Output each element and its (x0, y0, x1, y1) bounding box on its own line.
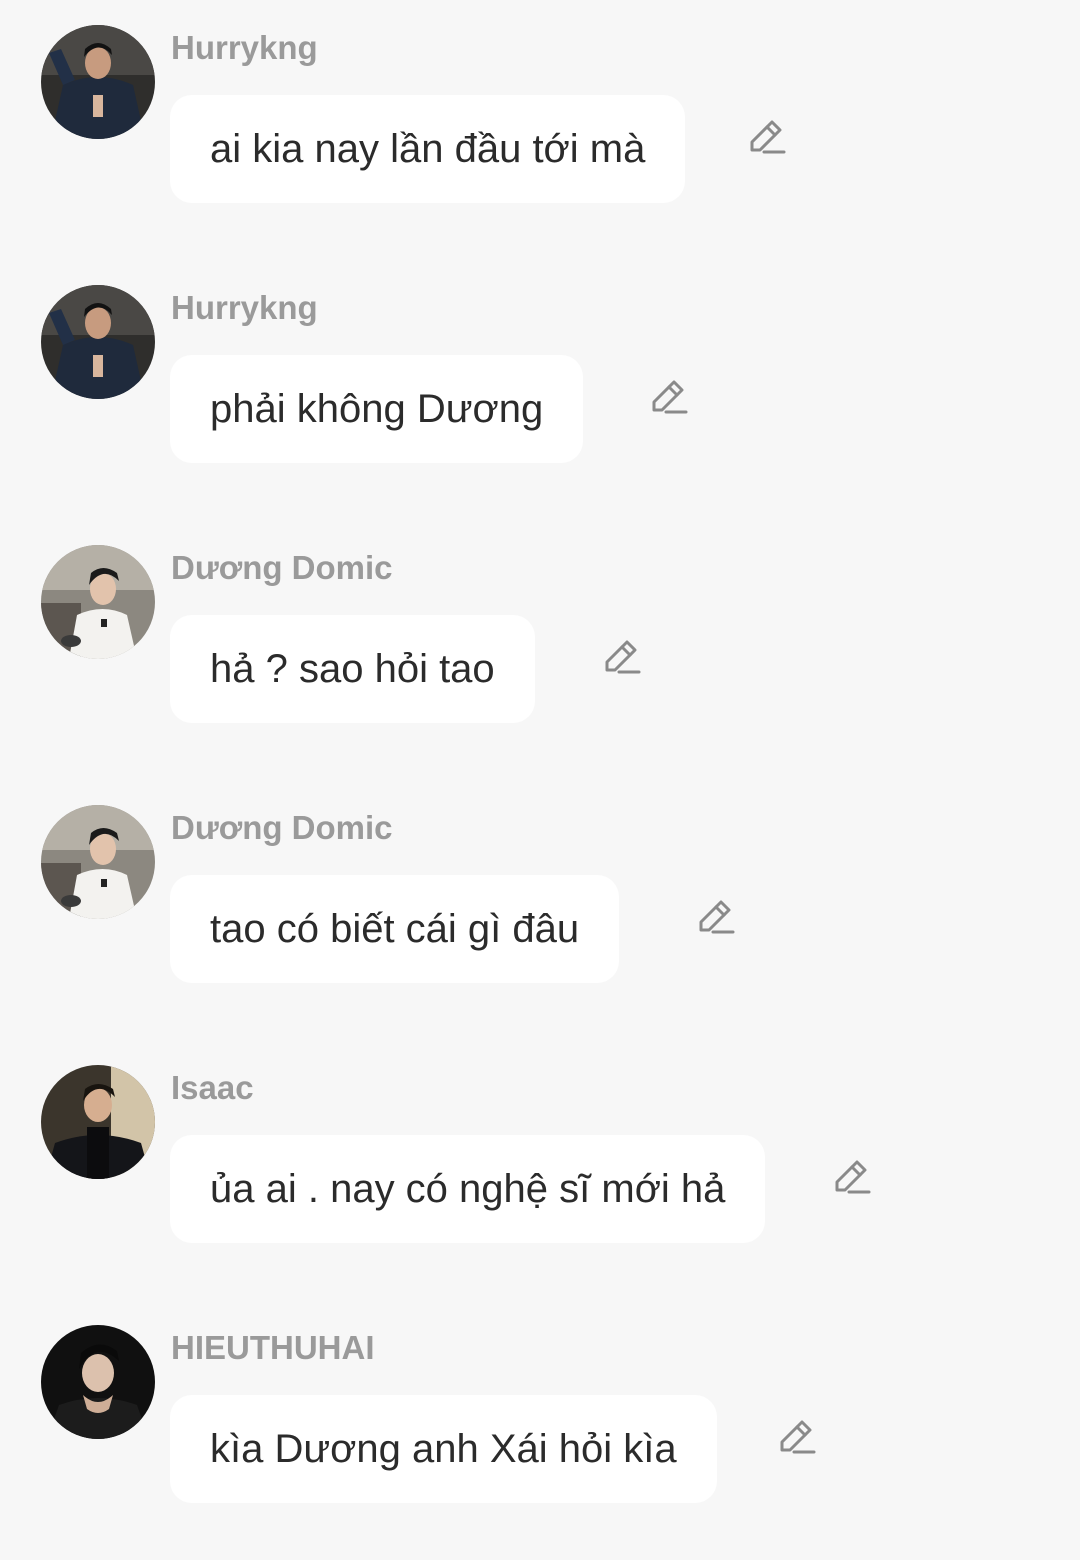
sender-name: Dương Domic (171, 549, 393, 586)
message-bubble[interactable]: tao có biết cái gì đâu (170, 875, 620, 983)
chat-message: Hurrykng phải không Dương (0, 260, 1080, 520)
message-bubble[interactable]: kìa Dương anh Xái hỏi kìa (170, 1395, 717, 1503)
edit-pencil-icon[interactable] (831, 1158, 875, 1202)
chat-message: Isaac ủa ai . nay có nghệ sĩ mới hả (0, 1040, 1080, 1300)
avatar[interactable] (41, 25, 155, 139)
chat-message: Dương Domic hả ? sao hỏi tao (0, 520, 1080, 780)
message-bubble[interactable]: phải không Dương (170, 355, 584, 463)
message-bubble[interactable]: hả ? sao hỏi tao (170, 615, 535, 723)
sender-name: Hurrykng (171, 29, 318, 66)
chat-message: Hurrykng ai kia nay lần đầu tới mà (0, 0, 1080, 260)
avatar[interactable] (41, 545, 155, 659)
chat-message: HIEUTHUHAI kìa Dương anh Xái hỏi kìa (0, 1300, 1080, 1560)
sender-name: HIEUTHUHAI (171, 1329, 375, 1366)
avatar[interactable] (41, 1065, 155, 1179)
avatar[interactable] (41, 285, 155, 399)
avatar[interactable] (41, 1325, 155, 1439)
edit-pencil-icon[interactable] (648, 378, 692, 422)
edit-pencil-icon[interactable] (695, 898, 739, 942)
message-bubble[interactable]: ai kia nay lần đầu tới mà (170, 95, 686, 203)
message-bubble[interactable]: ủa ai . nay có nghệ sĩ mới hả (170, 1135, 766, 1243)
edit-pencil-icon[interactable] (746, 118, 790, 162)
avatar[interactable] (41, 805, 155, 919)
edit-pencil-icon[interactable] (776, 1418, 820, 1462)
chat-message: Dương Domic tao có biết cái gì đâu (0, 780, 1080, 1040)
sender-name: Dương Domic (171, 809, 393, 846)
sender-name: Isaac (171, 1069, 254, 1106)
sender-name: Hurrykng (171, 289, 318, 326)
edit-pencil-icon[interactable] (601, 638, 645, 682)
chat-message-list[interactable]: Hurrykng ai kia nay lần đầu tới mà Hurry… (0, 0, 1080, 1537)
